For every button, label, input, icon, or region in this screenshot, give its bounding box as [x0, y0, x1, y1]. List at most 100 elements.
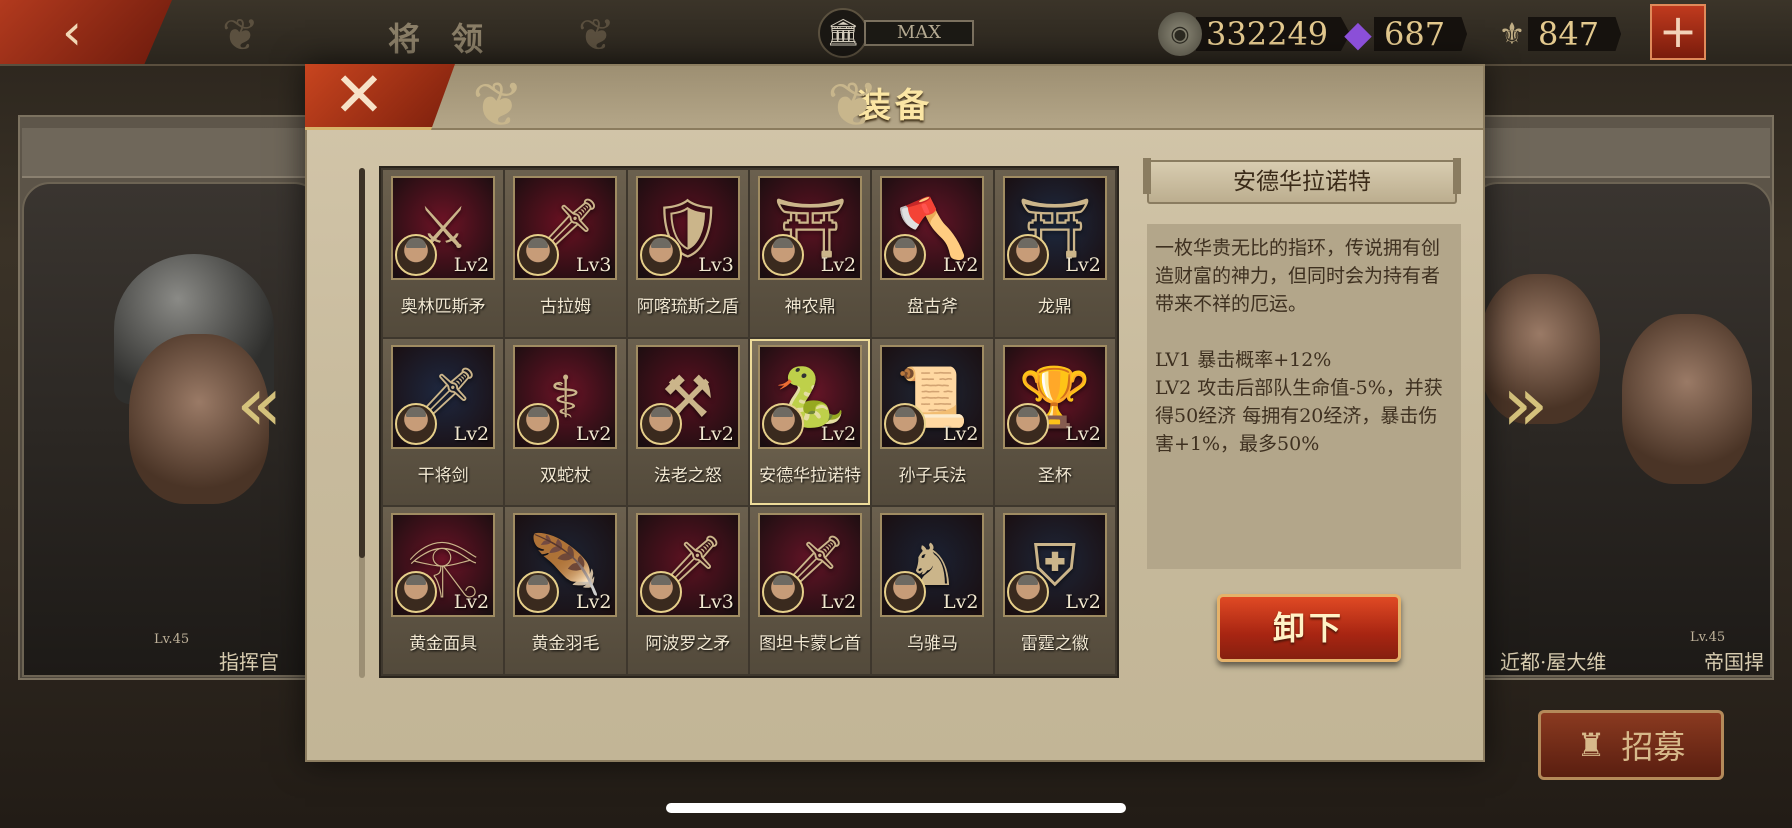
- general-avatar: [639, 402, 682, 445]
- equipment-slot[interactable]: ⚔ Lv2 奥林匹斯矛: [383, 170, 504, 337]
- prev-arrow-icon[interactable]: «: [236, 366, 283, 442]
- close-button[interactable]: ✕: [305, 64, 455, 130]
- home-indicator[interactable]: [666, 803, 1126, 813]
- item-frame: ⚔ Lv2: [391, 176, 496, 280]
- item-name: 安德华拉诺特: [759, 465, 862, 486]
- equipment-slot[interactable]: 🗡 Lv2 干将剑: [383, 338, 504, 506]
- next-arrow-icon[interactable]: »: [1502, 366, 1549, 442]
- general-name: 指挥官: [219, 650, 279, 674]
- item-frame: ⛩ Lv2: [758, 176, 863, 280]
- general-avatar: [639, 571, 682, 614]
- equipment-slot[interactable]: ⚕ Lv2 双蛇杖: [505, 338, 626, 506]
- item-name: 龙鼎: [1037, 297, 1072, 317]
- emblem-value: 847: [1528, 17, 1622, 51]
- spqr-emblem-icon: ⚜: [1498, 16, 1526, 52]
- equipment-slot[interactable]: 🪓 Lv2 盘古斧: [872, 170, 993, 337]
- laurel-icon: ❦: [222, 10, 259, 61]
- item-level: Lv2: [576, 422, 612, 445]
- equipment-slot[interactable]: ⚒ Lv2 法老之怒: [627, 338, 748, 506]
- item-name: 干将剑: [417, 465, 469, 486]
- item-level: Lv3: [576, 254, 612, 276]
- purple-gem-icon: ◆: [1344, 13, 1372, 55]
- equipment-slot[interactable]: ⛩ Lv2 神农鼎: [750, 170, 871, 337]
- equipment-slot[interactable]: ⛩ Lv2 龙鼎: [994, 170, 1115, 337]
- emblem-resource[interactable]: ⚜ 847: [1490, 10, 1622, 58]
- general-avatar: [762, 234, 805, 276]
- general-avatar: [1006, 402, 1049, 445]
- temple-icon: 🏛: [818, 8, 868, 58]
- item-name: 盘古斧: [906, 297, 958, 317]
- item-frame: 📜 Lv2: [880, 344, 985, 449]
- general-avatar: [517, 234, 560, 276]
- item-frame: 🐍 Lv2: [758, 344, 863, 449]
- general-level: Lv.45: [154, 632, 190, 647]
- item-level: Lv3: [698, 591, 734, 614]
- item-level: Lv2: [576, 591, 612, 614]
- item-frame: 🗡 Lv2: [391, 344, 496, 449]
- item-level: Lv2: [1065, 591, 1101, 614]
- vip-status[interactable]: 🏛 MAX: [818, 8, 974, 58]
- add-resource-button[interactable]: +: [1650, 4, 1706, 60]
- item-level: Lv2: [698, 422, 734, 445]
- item-level: Lv2: [1065, 422, 1101, 445]
- back-button[interactable]: ‹: [0, 0, 172, 64]
- equipment-slot[interactable]: 🗡 Lv3 古拉姆: [505, 170, 626, 337]
- item-level: Lv2: [943, 254, 979, 276]
- item-level: Lv2: [1065, 254, 1101, 276]
- general-avatar: [395, 571, 438, 614]
- general-avatar: [884, 402, 927, 445]
- chevron-left-icon: ‹: [62, 3, 82, 61]
- general-avatar: [884, 234, 927, 276]
- equipment-slot[interactable]: 🐍 Lv2 安德华拉诺特: [750, 338, 871, 506]
- equipment-slot[interactable]: 📜 Lv2 孙子兵法: [872, 338, 993, 506]
- item-frame: 𓂀 Lv2: [391, 513, 496, 618]
- vip-level-bar: MAX: [864, 20, 974, 46]
- equipment-slot[interactable]: 🏆 Lv2 圣杯: [994, 338, 1115, 506]
- gold-coin-icon: ◉: [1158, 12, 1202, 56]
- item-level: Lv2: [453, 254, 490, 276]
- spartan-helmet-icon: ♜: [1576, 726, 1606, 764]
- gold-resource[interactable]: ◉ 332249: [1158, 10, 1351, 58]
- general-level: Lv.45: [1690, 630, 1726, 645]
- item-frame: 🪓 Lv2: [880, 176, 985, 280]
- scrollbar-thumb[interactable]: [359, 168, 365, 558]
- laurel-icon: ❦: [827, 68, 879, 141]
- item-frame: 🗡 Lv2: [758, 513, 863, 618]
- gem-resource[interactable]: ◆ 687: [1336, 10, 1468, 58]
- equipment-slot[interactable]: 🪶 Lv2 黄金羽毛: [505, 507, 626, 674]
- equipment-slot[interactable]: ♞ Lv2 乌骓马: [872, 507, 993, 674]
- equipment-slot[interactable]: ⛨ Lv2 雷霆之徽: [994, 507, 1115, 674]
- item-name: 雷霆之徽: [1020, 634, 1089, 655]
- laurel-icon: ❦: [578, 10, 615, 61]
- item-frame: 🏆 Lv2: [1002, 344, 1107, 449]
- equipment-modal: ❦ 装备 ❦ ✕ ⚔ Lv2 奥林匹斯矛 🗡 Lv3 古拉姆 🛡 Lv3 阿喀琉斯之盾 ⛩ Lv2 神…: [305, 64, 1485, 762]
- equipment-slot[interactable]: 𓂀 Lv2 黄金面具: [383, 507, 504, 674]
- general-avatar: [884, 571, 927, 614]
- item-name: 双蛇杖: [539, 465, 591, 486]
- item-level: Lv2: [943, 591, 979, 614]
- item-frame: 🛡 Lv3: [635, 176, 740, 280]
- item-frame: 🗡 Lv3: [513, 176, 618, 280]
- item-name: 黄金羽毛: [531, 634, 600, 655]
- item-name: 法老之怒: [653, 465, 722, 486]
- equipment-slot[interactable]: 🛡 Lv3 阿喀琉斯之盾: [627, 170, 748, 337]
- recruit-button[interactable]: ♜ 招募: [1538, 710, 1724, 780]
- general-avatar: [517, 571, 560, 614]
- item-level: Lv2: [820, 591, 857, 614]
- item-frame: ⛩ Lv2: [1002, 176, 1107, 280]
- general-avatar: [517, 402, 560, 445]
- item-level: Lv2: [820, 422, 857, 445]
- item-level: Lv3: [698, 254, 734, 276]
- item-name: 古拉姆: [539, 297, 591, 317]
- item-level: Lv2: [820, 254, 857, 276]
- equipment-slot[interactable]: 🗡 Lv2 图坦卡蒙匕首: [750, 507, 871, 674]
- recruit-label: 招募: [1621, 728, 1686, 766]
- general-avatar: [395, 402, 438, 445]
- gem-value: 687: [1374, 17, 1468, 51]
- gold-value: 332249: [1196, 17, 1351, 51]
- item-frame: ⚒ Lv2: [635, 344, 740, 449]
- item-frame: ⚕ Lv2: [513, 344, 618, 449]
- equipment-slot[interactable]: 🗡 Lv3 阿波罗之矛: [627, 507, 748, 674]
- unequip-button[interactable]: 卸下: [1217, 594, 1401, 662]
- item-description: 一枚华贵无比的指环，传说拥有创造财富的神力，但同时会为持有者带来不祥的厄运。: [1155, 237, 1441, 315]
